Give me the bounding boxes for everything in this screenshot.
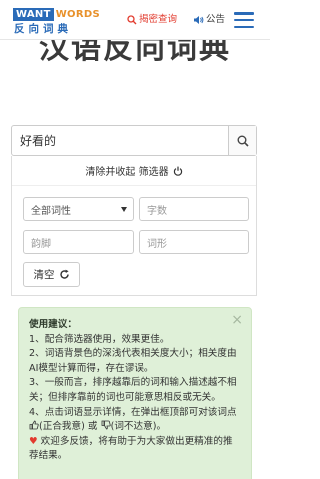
filter-panel: 清除并收起 筛选器 全部词性 字数 韵脚 词形 清空 [11, 156, 257, 296]
tips-feedback: ♥ 欢迎多反馈，将有助于为大家做出更精准的推荐结果。 [29, 435, 241, 464]
refresh-icon [59, 269, 69, 279]
tips-feedback-text: 欢迎多反馈，将有助于为大家做出更精准的推荐结果。 [29, 435, 233, 462]
nav-hidden-query-link[interactable]: 揭密查询 [127, 14, 177, 26]
word-shape-input[interactable]: 词形 [139, 230, 249, 254]
rhyme-input[interactable]: 韵脚 [23, 230, 134, 254]
thumbs-down-icon [101, 420, 111, 430]
usage-tips-box: × 使用建议： 1、配合筛选器使用，效果更佳。 2、词语背景色的深浅代表相关度大… [18, 307, 252, 479]
filter-toggle-label: 清除并收起 筛选器 [85, 167, 169, 178]
search-icon [237, 135, 249, 147]
search-button[interactable] [228, 126, 256, 155]
pos-select[interactable]: 全部词性 [23, 197, 134, 221]
clear-button[interactable]: 清空 [23, 262, 80, 287]
top-header: WANT WORDS 反向词典 揭密查询 公告 [0, 0, 270, 40]
tip-item-4-part-b: (正合我意) 或 [39, 421, 98, 433]
thumbs-up-icon [29, 420, 39, 430]
filter-row-2: 韵脚 词形 [23, 230, 249, 254]
filter-row-1: 全部词性 字数 [23, 197, 249, 221]
word-shape-placeholder: 词形 [147, 238, 167, 250]
tip-item-3: 3、一般而言，排序越靠后的词和输入描述越不相关；但排序靠前的词也可能意思相反或无… [29, 377, 237, 403]
tip-item-1: 1、配合筛选器使用，效果更佳。 [29, 333, 170, 345]
power-icon [173, 166, 182, 176]
tip-item-2: 2、词语背景色的深浅代表相关度大小；相关度由AI模型计算而得，存在谬误。 [29, 348, 237, 374]
rhyme-placeholder: 韵脚 [31, 238, 51, 250]
char-count-input[interactable]: 字数 [139, 197, 249, 221]
pos-select-value: 全部词性 [31, 205, 71, 217]
nav-notice-link[interactable]: 公告 [193, 14, 225, 26]
close-icon[interactable]: × [231, 313, 243, 327]
logo-want-text: WANT [13, 8, 54, 21]
tip-item-4-part-c: (词不达意)。 [110, 421, 167, 433]
logo[interactable]: WANT WORDS 反向词典 [13, 8, 103, 35]
menu-icon[interactable] [234, 12, 254, 28]
tip-item-4: 4、点击词语显示详情，在弹出框顶部可对该词点 (正合我意) 或 (词不达意)。 [29, 406, 241, 435]
nav-notice-label: 公告 [206, 14, 226, 25]
caret-down-icon [121, 207, 127, 212]
heart-icon: ♥ [29, 435, 38, 447]
tip-item-4-part-a: 4、点击词语显示详情，在弹出框顶部可对该词点 [29, 406, 237, 418]
speaker-icon [194, 16, 204, 24]
search-icon [127, 15, 137, 25]
char-count-placeholder: 字数 [147, 205, 167, 217]
clear-button-label: 清空 [33, 269, 55, 281]
nav-hidden-query-label: 揭密查询 [139, 14, 178, 25]
filter-toggle[interactable]: 清除并收起 筛选器 [12, 156, 256, 186]
logo-top-row: WANT WORDS [13, 8, 100, 21]
search-bar [11, 125, 257, 156]
search-input[interactable] [12, 126, 228, 155]
logo-chinese-text: 反向词典 [14, 23, 72, 35]
logo-words-text: WORDS [55, 9, 100, 20]
tips-title: 使用建议： [29, 319, 77, 330]
